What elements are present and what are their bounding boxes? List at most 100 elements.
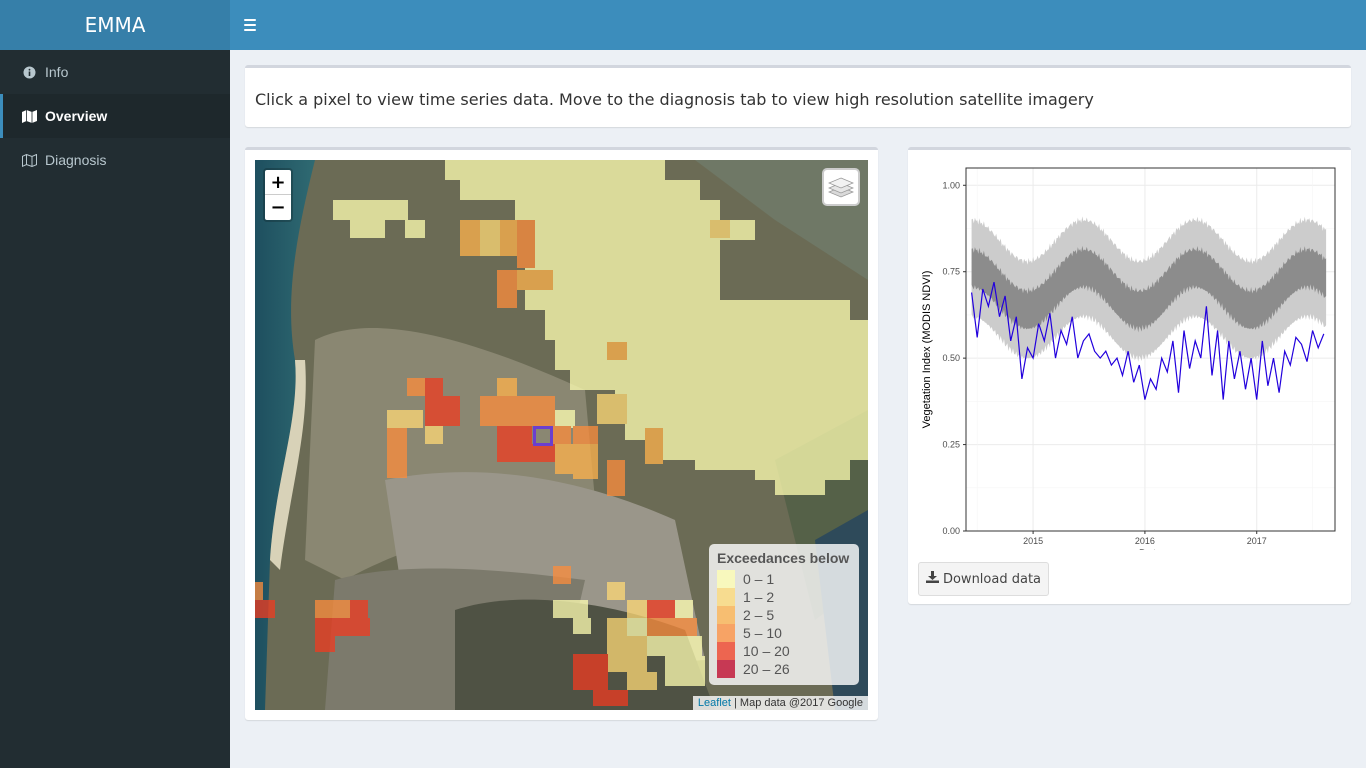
exceedance-cell[interactable] [497, 378, 517, 396]
exceedance-cell[interactable] [607, 582, 625, 600]
exceedance-cell[interactable] [405, 220, 425, 238]
exceedance-cell[interactable] [335, 618, 368, 636]
y-tick-label: 0.50 [942, 353, 960, 363]
exceedance-cell[interactable] [675, 600, 693, 618]
map-box: + − Exceedances below 0 – 1 1 – 2 2 – 5 5 –… [245, 147, 878, 720]
exceedance-cell[interactable] [647, 636, 702, 656]
y-tick-label: 1.00 [942, 180, 960, 190]
y-tick-label: 0.00 [942, 526, 960, 536]
exceedance-cell[interactable] [387, 410, 407, 428]
legend-item: 2 – 5 [717, 606, 851, 624]
zoom-in-button[interactable]: + [265, 170, 291, 195]
y-tick-label: 0.75 [942, 267, 960, 277]
app-logo[interactable]: EMMA [0, 0, 230, 50]
exceedance-cell[interactable] [315, 600, 355, 618]
legend-title: Exceedances below [717, 550, 850, 566]
exceedance-cell[interactable] [425, 378, 443, 396]
legend-item: 10 – 20 [717, 642, 851, 660]
exceedance-cell[interactable] [517, 238, 535, 268]
top-navbar [230, 0, 1366, 50]
exceedance-cell[interactable] [645, 428, 663, 464]
exceedance-cell[interactable] [480, 396, 555, 426]
leaflet-link[interactable]: Leaflet [698, 697, 731, 709]
exceedance-cell[interactable] [607, 618, 627, 636]
exceedance-cell[interactable] [387, 428, 407, 478]
exceedance-cell[interactable] [405, 410, 423, 428]
exceedance-cell[interactable] [535, 270, 553, 290]
satellite-map[interactable]: + − Exceedances below 0 – 1 1 – 2 2 – 5 5 –… [255, 160, 868, 710]
exceedance-cell[interactable] [553, 600, 588, 618]
exceedance-cell[interactable] [593, 690, 628, 706]
info-circle-icon [21, 65, 37, 79]
map-outline-icon [21, 153, 37, 167]
exceedance-cell[interactable] [350, 220, 385, 238]
exceedance-cell[interactable] [497, 270, 517, 308]
layers-icon [828, 177, 854, 198]
legend-item: 0 – 1 [717, 570, 851, 588]
exceedance-cell[interactable] [350, 600, 368, 620]
exceedance-cell[interactable] [517, 220, 535, 238]
exceedance-cell[interactable] [573, 654, 608, 690]
legend-item: 5 – 10 [717, 624, 851, 642]
exceedance-cell[interactable] [627, 672, 657, 690]
exceedance-cell[interactable] [480, 220, 500, 256]
sidebar-item-diagnosis[interactable]: Diagnosis [0, 138, 230, 182]
exceedance-cell[interactable] [553, 566, 571, 584]
map-icon [21, 109, 37, 123]
attribution-text: | Map data @2017 Google [730, 697, 863, 709]
x-tick-label: 2016 [1135, 536, 1155, 546]
exceedance-cell[interactable] [573, 426, 598, 444]
zoom-out-button[interactable]: − [265, 195, 291, 220]
exceedance-cell[interactable] [573, 444, 598, 479]
y-axis-label: Vegetation Index (MODIS NDVI) [921, 271, 933, 429]
exceedance-cell[interactable] [255, 582, 263, 600]
exceedance-cell[interactable] [627, 618, 647, 636]
legend-item: 1 – 2 [717, 588, 851, 606]
exceedance-cell[interactable] [607, 342, 627, 360]
exceedance-cell[interactable] [460, 220, 480, 256]
exceedance-cell[interactable] [573, 618, 591, 634]
legend-label: 2 – 5 [743, 607, 775, 623]
exceedance-cell[interactable] [627, 600, 647, 618]
exceedance-cell[interactable] [710, 220, 730, 238]
exceedance-cell[interactable] [607, 460, 625, 496]
legend-swatch [717, 660, 735, 678]
exceedance-cell[interactable] [553, 426, 571, 444]
selected-pixel-marker[interactable] [533, 426, 553, 446]
map-attribution: Leaflet | Map data @2017 Google [692, 696, 868, 710]
exceedance-cell[interactable] [647, 600, 677, 618]
x-tick-label: 2015 [1023, 536, 1043, 546]
x-tick-label: 2017 [1247, 536, 1267, 546]
exceedance-cell[interactable] [407, 378, 425, 396]
legend-swatch [717, 588, 735, 606]
exceedance-cell[interactable] [425, 426, 443, 444]
exceedance-cell[interactable] [555, 410, 575, 428]
legend-label: 0 – 1 [743, 571, 775, 587]
download-data-button[interactable]: Download data [918, 562, 1049, 596]
instruction-text: Click a pixel to view time series data. … [255, 90, 1094, 109]
sidebar-item-label: Diagnosis [45, 152, 107, 168]
ndvi-time-series-chart: 0.00 0.25 0.50 0.75 1.00 2015 2016 2017 Date Vege… [921, 167, 1336, 550]
exceedance-cell[interactable] [255, 600, 275, 618]
exceedance-cell[interactable] [607, 636, 647, 672]
chart-box: 0.00 0.25 0.50 0.75 1.00 2015 2016 2017 Date Vege… [908, 147, 1351, 604]
exceedance-cell[interactable] [555, 444, 573, 474]
sidebar-item-overview[interactable]: Overview [0, 94, 230, 138]
zoom-control: + − [263, 168, 293, 222]
legend-swatch [717, 570, 735, 588]
exceedance-cell[interactable] [333, 200, 408, 220]
exceedance-cell[interactable] [425, 396, 460, 426]
exceedance-cell[interactable] [315, 636, 335, 652]
legend-label: 5 – 10 [743, 625, 782, 641]
legend-label: 10 – 20 [743, 643, 790, 659]
exceedance-cell[interactable] [665, 656, 705, 686]
legend-label: 20 – 26 [743, 661, 790, 677]
legend-swatch [717, 606, 735, 624]
layers-button[interactable] [822, 168, 860, 206]
exceedance-region[interactable] [385, 160, 868, 495]
exceedance-cell[interactable] [517, 270, 535, 290]
exceedance-cell[interactable] [597, 394, 627, 424]
sidebar-item-info[interactable]: Info [0, 50, 230, 94]
sidebar-toggle-icon[interactable] [242, 15, 262, 35]
exceedance-cell[interactable] [647, 618, 697, 636]
